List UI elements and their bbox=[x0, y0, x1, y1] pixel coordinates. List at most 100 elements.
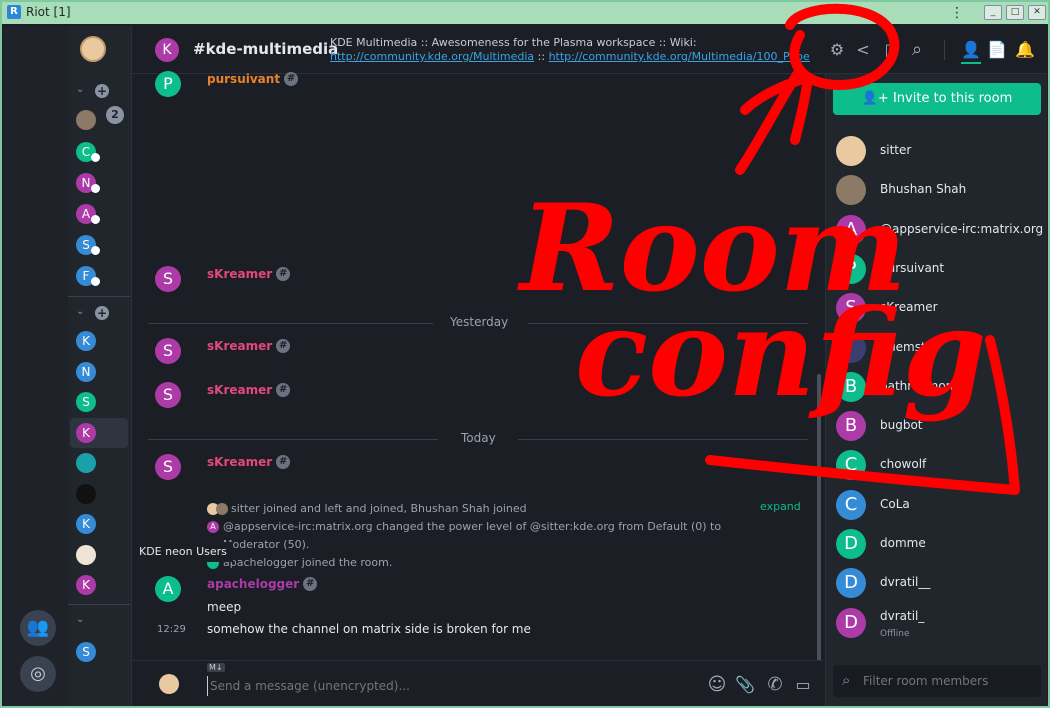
chevron-down-icon[interactable]: ⌄ bbox=[76, 84, 84, 95]
room-item[interactable]: K bbox=[76, 331, 96, 351]
room-item[interactable]: N bbox=[76, 361, 96, 382]
people-icon[interactable]: 👥 bbox=[20, 610, 56, 646]
add-dm-button[interactable]: + bbox=[95, 84, 109, 98]
room-item[interactable] bbox=[76, 483, 96, 504]
emoji-icon[interactable]: ☺ bbox=[707, 675, 727, 695]
sender-avatar[interactable]: A bbox=[155, 576, 181, 602]
files-panel-icon[interactable]: 📄 bbox=[987, 40, 1007, 60]
member-name: rdiemstra bbox=[880, 339, 938, 354]
member-row[interactable]: Ddomme bbox=[836, 526, 1041, 562]
add-room-button[interactable]: + bbox=[95, 306, 109, 320]
chevron-down-icon[interactable]: ⌄ bbox=[76, 614, 84, 625]
power-level-event-cont: Moderator (50). bbox=[223, 538, 310, 551]
minimize-button[interactable]: _ bbox=[984, 5, 1002, 20]
member-name: chowolf bbox=[880, 457, 927, 472]
room-avatar[interactable]: K bbox=[155, 38, 179, 62]
sender-avatar[interactable]: S bbox=[155, 382, 181, 408]
video-call-icon[interactable]: ▭ bbox=[793, 675, 813, 695]
window-menu-icon[interactable]: ⋮ bbox=[950, 4, 964, 22]
section-divider bbox=[68, 296, 130, 297]
voice-call-icon[interactable]: ✆ bbox=[765, 675, 785, 695]
membership-avatars bbox=[207, 503, 229, 515]
member-row[interactable]: C CoLa bbox=[836, 487, 1041, 523]
hash-icon: # bbox=[284, 72, 299, 86]
filter-members[interactable]: ⌕ bbox=[833, 665, 1041, 697]
composer-user-avatar bbox=[159, 674, 179, 694]
member-row[interactable]: Ppursuivant bbox=[836, 251, 1041, 287]
room-item[interactable]: S bbox=[76, 642, 96, 662]
search-icon[interactable]: ⌕ bbox=[907, 40, 927, 60]
topic-link-multimedia[interactable]: http://community.kde.org/Multimedia bbox=[330, 50, 534, 63]
hash-icon: # bbox=[276, 455, 291, 469]
room-item[interactable]: K bbox=[76, 514, 96, 534]
room-list: ⌄ + 2 CNASF ⌄ + KNSKKK ⌄ S bbox=[68, 26, 132, 706]
room-item[interactable] bbox=[76, 453, 96, 473]
member-avatar: D bbox=[836, 529, 866, 559]
hash-icon: # bbox=[276, 383, 291, 397]
room-item[interactable] bbox=[76, 544, 96, 565]
filter-members-input[interactable] bbox=[863, 671, 1033, 691]
expand-link[interactable]: expand bbox=[760, 500, 801, 513]
separator-line bbox=[148, 323, 433, 324]
member-row[interactable]: Cchowolf bbox=[836, 447, 1041, 483]
members-icon[interactable]: 👤 bbox=[961, 40, 981, 60]
room-name[interactable]: #kde-multimedia bbox=[193, 40, 338, 58]
person-badge-icon bbox=[91, 184, 100, 193]
sender-name[interactable]: sKreamer # bbox=[207, 267, 291, 281]
message-body: meep bbox=[207, 600, 242, 614]
member-row[interactable]: Ddvratil_ Offline bbox=[836, 605, 1041, 641]
member-name: pursuivant bbox=[880, 260, 945, 275]
member-row[interactable]: rdiemstra bbox=[836, 330, 1041, 366]
member-row[interactable]: Bbathroomon bbox=[836, 369, 1041, 405]
sender-name[interactable]: sKreamer # bbox=[207, 339, 291, 353]
invite-button[interactable]: 👤+ Invite to this room bbox=[833, 83, 1041, 115]
sender-avatar[interactable]: P bbox=[155, 71, 181, 97]
timeline: Ppursuivant # SsKreamer # SsKreamer # SsKreame… bbox=[133, 71, 823, 664]
sender-name[interactable]: sKreamer # bbox=[207, 455, 291, 469]
notifications-icon[interactable]: 🔔 bbox=[1015, 40, 1035, 60]
member-status: Offline bbox=[880, 628, 910, 639]
room-item[interactable]: K bbox=[76, 422, 96, 443]
files-icon[interactable]: ▯ bbox=[879, 40, 899, 60]
share-icon[interactable]: < bbox=[853, 40, 873, 60]
dm-avatar-bhushan[interactable] bbox=[76, 110, 96, 130]
member-row[interactable]: A @appservice-irc:matrix.org bbox=[836, 212, 1043, 248]
markdown-icon[interactable]: M↓ bbox=[207, 663, 225, 672]
message-input[interactable] bbox=[207, 676, 687, 696]
maximize-button[interactable]: □ bbox=[1006, 5, 1024, 20]
user-avatar[interactable] bbox=[80, 36, 106, 62]
room-item[interactable]: K bbox=[76, 575, 96, 595]
member-row[interactable]: Ddvratil__ bbox=[836, 565, 1041, 601]
room-item[interactable]: S bbox=[76, 392, 96, 412]
topic-link-papercuts[interactable]: http://community.kde.org/Multimedia/100_… bbox=[549, 50, 810, 63]
sender-name[interactable]: sKreamer # bbox=[207, 383, 291, 397]
member-name: bathroomon bbox=[880, 378, 954, 393]
separator-line bbox=[148, 439, 438, 440]
header-divider bbox=[944, 40, 945, 60]
sender-avatar[interactable]: S bbox=[155, 454, 181, 480]
left-panel: 👥 ◎ bbox=[4, 26, 68, 706]
settings-icon[interactable]: ⚙ bbox=[827, 40, 847, 60]
sender-label: sKreamer bbox=[207, 455, 273, 469]
member-row[interactable]: Bhushan Shah bbox=[836, 172, 1041, 208]
window-title: Riot [1] bbox=[26, 5, 71, 19]
help-icon[interactable]: ◎ bbox=[20, 656, 56, 692]
sender-avatar[interactable]: S bbox=[155, 266, 181, 292]
sender-name[interactable]: pursuivant # bbox=[207, 72, 299, 86]
attach-icon[interactable]: 📎 bbox=[735, 675, 755, 695]
topic-separator: :: bbox=[534, 50, 549, 63]
member-name: sKreamer bbox=[880, 300, 938, 315]
close-button[interactable]: ✕ bbox=[1028, 5, 1046, 20]
hash-icon: # bbox=[276, 339, 291, 353]
person-badge-icon bbox=[91, 277, 100, 286]
member-row[interactable]: sitter bbox=[836, 133, 1041, 169]
chevron-down-icon[interactable]: ⌄ bbox=[76, 306, 84, 317]
sender-avatar[interactable]: S bbox=[155, 338, 181, 364]
member-row[interactable]: Bbugbot bbox=[836, 408, 1041, 444]
sender-name[interactable]: apachelogger # bbox=[207, 577, 318, 591]
member-row[interactable]: SsKreamer bbox=[836, 290, 1041, 326]
timeline-scrollbar[interactable] bbox=[817, 374, 821, 664]
unread-badge: 2 bbox=[106, 106, 124, 124]
room-topic[interactable]: KDE Multimedia :: Awesomeness for the Pl… bbox=[330, 36, 810, 64]
membership-summary: sitter joined and left and joined, Bhush… bbox=[231, 502, 527, 515]
